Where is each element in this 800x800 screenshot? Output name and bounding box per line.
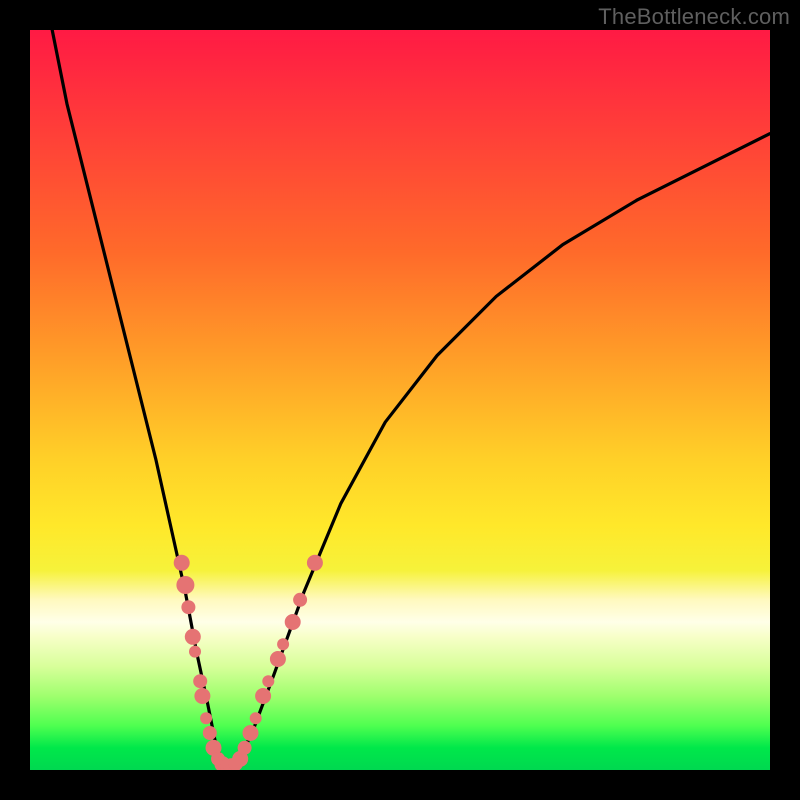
scatter-dot xyxy=(203,726,217,740)
scatter-dot xyxy=(211,752,225,766)
scatter-dot xyxy=(270,651,286,667)
scatter-dot xyxy=(185,629,201,645)
scatter-dot xyxy=(262,675,274,687)
scatter-dot xyxy=(174,555,190,571)
curve-layer xyxy=(30,30,770,770)
bottleneck-curve xyxy=(52,30,770,770)
scatter-dot xyxy=(243,725,259,741)
scatter-dot xyxy=(200,712,212,724)
scatter-dot xyxy=(307,555,323,571)
scatter-dot xyxy=(214,756,230,770)
watermark-text: TheBottleneck.com xyxy=(598,4,790,30)
scatter-dot xyxy=(220,759,234,770)
scatter-dot xyxy=(206,740,222,756)
scatter-dot xyxy=(181,600,195,614)
scatter-dot xyxy=(189,646,201,658)
plot-area xyxy=(30,30,770,770)
scatter-dot xyxy=(223,758,239,770)
scatter-dot xyxy=(232,751,248,767)
scatter-dot xyxy=(255,688,271,704)
scatter-dot xyxy=(293,593,307,607)
scatter-dot xyxy=(176,576,194,594)
scatter-dot xyxy=(238,741,252,755)
chart-frame: TheBottleneck.com xyxy=(0,0,800,800)
scatter-dot xyxy=(277,638,289,650)
scatter-dot xyxy=(285,614,301,630)
scatter-dot xyxy=(229,757,243,770)
scatter-dot xyxy=(194,688,210,704)
scatter-points xyxy=(174,555,323,770)
scatter-dot xyxy=(193,674,207,688)
scatter-dot xyxy=(250,712,262,724)
